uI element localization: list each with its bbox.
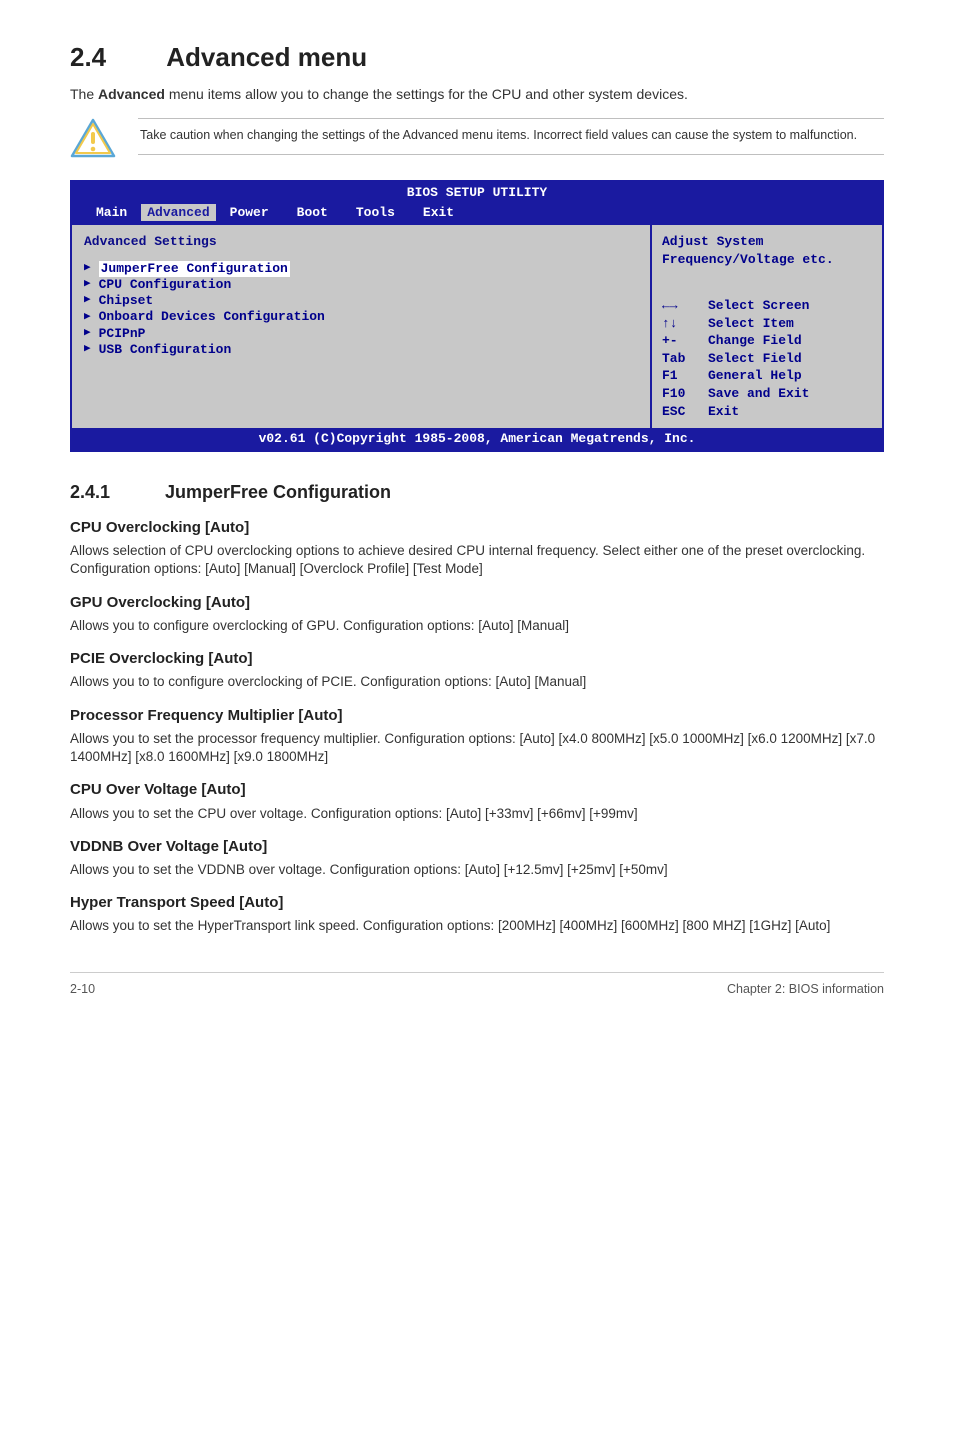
option-description: Allows you to configure overclocking of … [70,617,884,635]
bios-tab-power[interactable]: Power [216,204,283,222]
option-description: Allows you to set the CPU over voltage. … [70,805,884,823]
bios-item-list: ▶ JumperFree Configuration ▶ CPU Configura… [84,261,638,359]
triangle-right-icon: ▶ [84,311,91,325]
option-heading: CPU Over Voltage [Auto] [70,780,884,800]
bios-left-panel: Advanced Settings ▶ JumperFree Configurat… [72,225,652,428]
bios-tab-advanced[interactable]: Advanced [141,204,215,222]
triangle-right-icon: ▶ [84,327,91,341]
bios-key: Tab [662,350,708,368]
bios-key: ←→ [662,297,708,315]
bios-help-line: Frequency/Voltage etc. [662,251,872,269]
bios-item-label: CPU Configuration [99,277,232,293]
triangle-right-icon: ▶ [84,343,91,357]
bios-key-desc: Select Screen [708,297,809,315]
option-description: Allows selection of CPU overclocking opt… [70,542,884,578]
bios-key-desc: Select Field [708,350,802,368]
bios-item-label: PCIPnP [99,326,146,342]
bios-item-label: USB Configuration [99,342,232,358]
bios-key-desc: Save and Exit [708,385,809,403]
caution-icon [70,118,116,158]
bios-key-row: ↑↓Select Item [662,315,872,333]
bios-key: F1 [662,367,708,385]
bios-item-label: Chipset [99,293,154,309]
option-description: Allows you to to configure overclocking … [70,673,884,691]
page-number: 2-10 [70,981,95,998]
subsection-heading: JumperFree Configuration [165,482,391,502]
bios-tab-exit[interactable]: Exit [409,204,468,222]
option-heading: CPU Overclocking [Auto] [70,518,884,538]
bios-left-heading: Advanced Settings [84,233,638,251]
bios-key-row: F10Save and Exit [662,385,872,403]
intro-pre: The [70,86,98,102]
bios-footer: v02.61 (C)Copyright 1985-2008, American … [72,428,882,450]
bios-item[interactable]: ▶ CPU Configuration [84,277,638,293]
triangle-right-icon: ▶ [84,262,91,276]
option-heading: VDDNB Over Voltage [Auto] [70,837,884,857]
bios-help-text: Adjust System Frequency/Voltage etc. [662,233,872,268]
bios-key: +- [662,332,708,350]
option-description: Allows you to set the VDDNB over voltage… [70,861,884,879]
bios-key: ↑↓ [662,315,708,333]
section-title: 2.4 Advanced menu [70,40,884,75]
bios-menubar: Main Advanced Power Boot Tools Exit [72,204,882,226]
bios-key-desc: General Help [708,367,802,385]
option-heading: GPU Overclocking [Auto] [70,593,884,613]
bios-key-desc: Change Field [708,332,802,350]
bios-header: BIOS SETUP UTILITY [72,182,882,204]
intro-post: menu items allow you to change the setti… [165,86,688,102]
bios-body: Advanced Settings ▶ JumperFree Configurat… [72,225,882,428]
page-footer: 2-10 Chapter 2: BIOS information [70,972,884,998]
option-description: Allows you to set the HyperTransport lin… [70,917,884,935]
subsection-number: 2.4.1 [70,480,160,504]
bios-item[interactable]: ▶ PCIPnP [84,326,638,342]
subsection-title: 2.4.1 JumperFree Configuration [70,480,884,504]
bios-item[interactable]: ▶ Chipset [84,293,638,309]
caution-callout: Take caution when changing the settings … [70,118,884,158]
chapter-label: Chapter 2: BIOS information [727,981,884,998]
option-description: Allows you to set the processor frequenc… [70,730,884,766]
bios-tab-boot[interactable]: Boot [283,204,342,222]
bios-screenshot: BIOS SETUP UTILITY Main Advanced Power B… [70,180,884,452]
triangle-right-icon: ▶ [84,278,91,292]
intro-paragraph: The Advanced menu items allow you to cha… [70,85,884,104]
bios-help-line: Adjust System [662,233,872,251]
intro-bold: Advanced [98,86,165,102]
option-heading: Processor Frequency Multiplier [Auto] [70,706,884,726]
bios-item[interactable]: ▶ USB Configuration [84,342,638,358]
bios-item[interactable]: ▶ Onboard Devices Configuration [84,309,638,325]
caution-text: Take caution when changing the settings … [138,118,884,155]
bios-tab-main[interactable]: Main [82,204,141,222]
bios-item-label: JumperFree Configuration [99,261,290,277]
bios-key-desc: Select Item [708,315,794,333]
triangle-right-icon: ▶ [84,294,91,308]
option-heading: Hyper Transport Speed [Auto] [70,893,884,913]
bios-key: ESC [662,403,708,421]
bios-key-row: +-Change Field [662,332,872,350]
bios-right-panel: Adjust System Frequency/Voltage etc. ←→S… [652,225,882,428]
bios-key-row: F1General Help [662,367,872,385]
option-heading: PCIE Overclocking [Auto] [70,649,884,669]
bios-key-desc: Exit [708,403,739,421]
section-heading: Advanced menu [166,42,367,72]
bios-key-row: ESCExit [662,403,872,421]
bios-item-label: Onboard Devices Configuration [99,309,325,325]
bios-key-row: TabSelect Field [662,350,872,368]
bios-tab-tools[interactable]: Tools [342,204,409,222]
bios-item[interactable]: ▶ JumperFree Configuration [84,261,638,277]
bios-key: F10 [662,385,708,403]
bios-key-legend: ←→Select Screen ↑↓Select Item +-Change F… [662,297,872,420]
section-number: 2.4 [70,40,160,75]
bios-key-row: ←→Select Screen [662,297,872,315]
